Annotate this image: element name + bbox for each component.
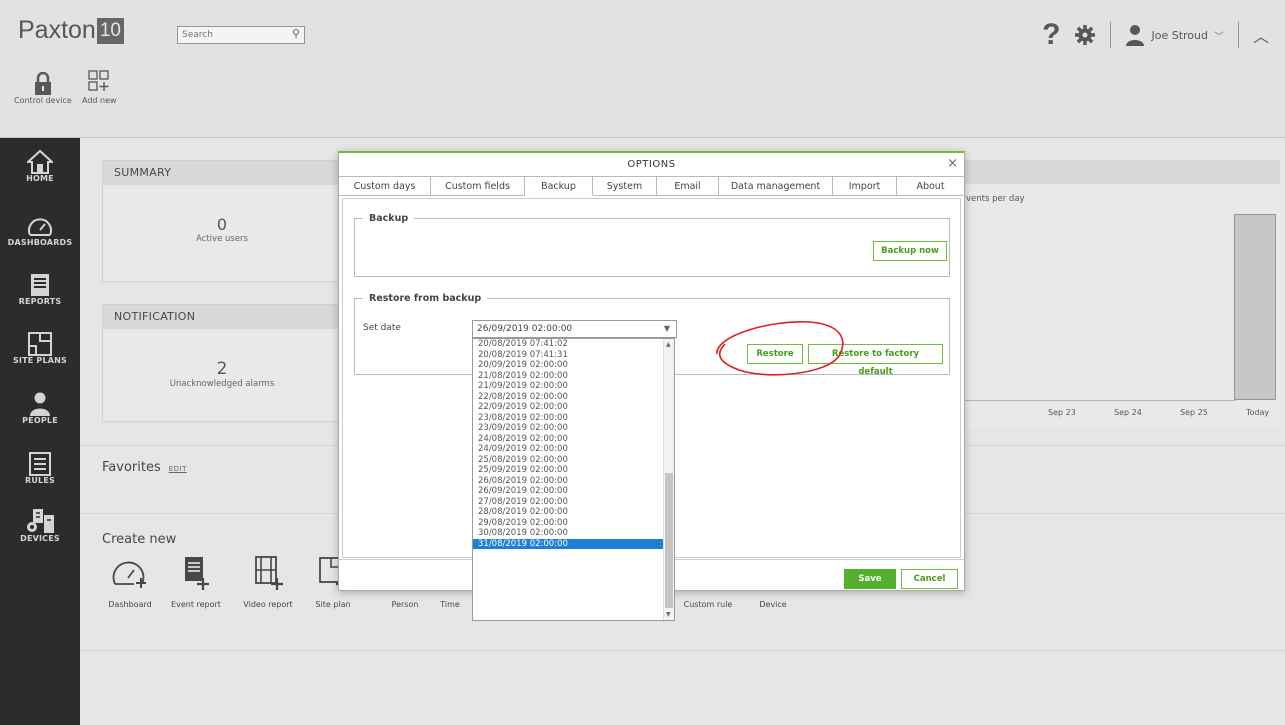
date-option[interactable]: 20/08/2019 07:41:02 xyxy=(473,339,674,350)
tab-custom-days[interactable]: Custom days xyxy=(339,176,431,196)
date-option[interactable]: 27/08/2019 02:00:00 xyxy=(473,497,674,508)
date-option[interactable]: 26/08/2019 02:00:00 xyxy=(473,476,674,487)
date-option[interactable]: 21/08/2019 02:00:00 xyxy=(473,371,674,382)
date-option[interactable]: 22/08/2019 02:00:00 xyxy=(473,392,674,403)
options-tabs: Custom days Custom fields Backup System … xyxy=(339,176,964,196)
backup-date-dropdown-list[interactable]: 20/08/2019 07:41:02 20/08/2019 07:41:31 20… xyxy=(472,338,675,621)
tab-import[interactable]: Import xyxy=(833,176,897,196)
date-option[interactable]: 23/08/2019 02:00:00 xyxy=(473,413,674,424)
date-option[interactable]: 23/09/2019 02:00:00 xyxy=(473,423,674,434)
date-option[interactable]: 22/09/2019 02:00:00 xyxy=(473,402,674,413)
date-option[interactable]: 30/08/2019 02:00:00 xyxy=(473,528,674,539)
restore-legend: Restore from backup xyxy=(369,293,482,304)
tab-backup[interactable]: Backup xyxy=(525,176,593,196)
tab-about[interactable]: About xyxy=(897,176,964,196)
dropdown-scrollbar[interactable]: ▲ ▼ xyxy=(663,339,674,620)
date-option[interactable]: 24/09/2019 02:00:00 xyxy=(473,444,674,455)
date-options: 20/08/2019 07:41:02 20/08/2019 07:41:31 20… xyxy=(473,339,674,549)
selected-date-value: 26/09/2019 02:00:00 xyxy=(477,324,573,334)
date-option[interactable]: 25/09/2019 02:00:00 xyxy=(473,465,674,476)
dialog-title: OPTIONS xyxy=(627,159,676,170)
date-option[interactable]: 24/08/2019 02:00:00 xyxy=(473,434,674,445)
date-option[interactable]: 20/08/2019 07:41:31 xyxy=(473,350,674,361)
scroll-down-icon[interactable]: ▼ xyxy=(666,611,671,618)
date-option[interactable]: 31/08/2019 02:00:00 xyxy=(473,538,674,549)
backup-group: Backup xyxy=(354,213,950,277)
backup-now-button[interactable]: Backup now xyxy=(873,241,947,261)
date-option[interactable]: 28/08/2019 02:00:00 xyxy=(473,507,674,518)
scroll-up-icon[interactable]: ▲ xyxy=(666,341,671,348)
scrollbar-thumb[interactable] xyxy=(665,473,673,608)
restore-factory-default-button[interactable]: Restore to factory default xyxy=(808,344,943,377)
set-date-label: Set date xyxy=(363,323,401,333)
tab-system[interactable]: System xyxy=(593,176,657,196)
backup-date-select[interactable]: 26/09/2019 02:00:00 ▼ xyxy=(472,320,677,338)
date-option[interactable]: 21/09/2019 02:00:00 xyxy=(473,381,674,392)
cancel-button[interactable]: Cancel xyxy=(901,569,958,589)
date-option[interactable]: 26/09/2019 02:00:00 xyxy=(473,486,674,497)
save-button[interactable]: Save xyxy=(844,569,896,589)
tab-email[interactable]: Email xyxy=(657,176,719,196)
dropdown-arrow-icon[interactable]: ▼ xyxy=(664,321,670,337)
date-option[interactable]: 29/08/2019 02:00:00 xyxy=(473,518,674,529)
close-icon[interactable]: × xyxy=(947,156,958,171)
tab-data-management[interactable]: Data management xyxy=(719,176,833,196)
date-option[interactable]: 20/09/2019 02:00:00 xyxy=(473,360,674,371)
tab-custom-fields[interactable]: Custom fields xyxy=(431,176,525,196)
restore-button[interactable]: Restore xyxy=(747,344,803,364)
backup-legend: Backup xyxy=(369,213,409,224)
date-option[interactable]: 25/08/2019 02:00:00 xyxy=(473,455,674,466)
